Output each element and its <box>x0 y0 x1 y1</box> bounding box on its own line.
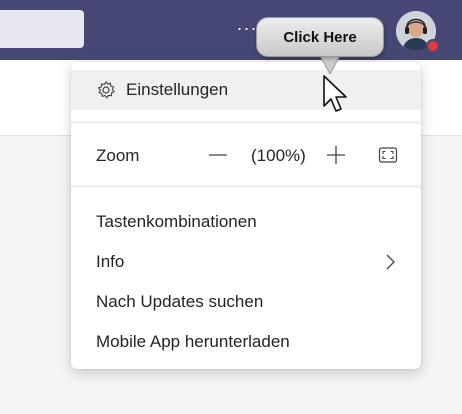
menu-item-shortcuts[interactable]: Tastenkombinationen <box>71 202 421 242</box>
callout-text: Click Here <box>283 28 357 46</box>
divider <box>71 185 421 188</box>
download-mobile-app-label: Mobile App herunterladen <box>96 332 290 351</box>
mouse-cursor-icon <box>323 75 347 112</box>
plus-icon[interactable] <box>326 145 346 165</box>
search-input[interactable] <box>0 10 84 48</box>
more-options-button[interactable]: ··· <box>236 18 258 38</box>
zoom-value: (100%) <box>251 146 306 165</box>
info-label: Info <box>96 252 125 271</box>
menu-item-settings[interactable]: Einstellungen <box>71 70 421 110</box>
fullscreen-icon[interactable] <box>378 145 398 165</box>
zoom-row: Zoom (100%) <box>71 135 421 177</box>
presence-status-icon <box>426 39 440 53</box>
settings-menu: Einstellungen Zoom (100%) Tastenkombinat… <box>71 62 421 369</box>
minus-icon[interactable] <box>208 145 228 165</box>
menu-item-check-updates[interactable]: Nach Updates suchen <box>71 282 421 322</box>
menu-item-download-mobile-app[interactable]: Mobile App herunterladen <box>71 322 421 362</box>
zoom-label: Zoom <box>96 146 140 165</box>
top-bar: ··· <box>0 0 462 60</box>
gear-icon <box>98 81 115 99</box>
click-here-callout: Click Here <box>256 17 384 57</box>
chevron-right-icon <box>386 254 395 270</box>
menu-item-info[interactable]: Info <box>71 242 421 282</box>
shortcuts-label: Tastenkombinationen <box>96 212 257 231</box>
settings-label: Einstellungen <box>126 80 229 99</box>
check-updates-label: Nach Updates suchen <box>96 292 264 311</box>
divider <box>71 121 421 124</box>
